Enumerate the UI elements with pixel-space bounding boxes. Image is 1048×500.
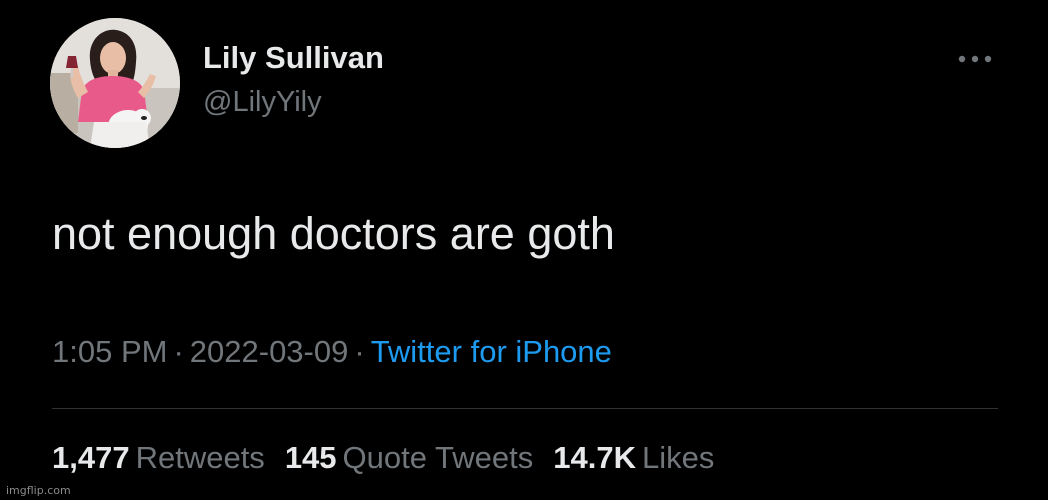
quote-tweets-count: 145 [284, 440, 337, 475]
tweet-date[interactable]: 2022-03-09 [190, 334, 349, 369]
meta-separator: · [354, 334, 365, 369]
watermark: imgflip.com [6, 484, 71, 497]
tweet-text: not enough doctors are goth [52, 208, 615, 259]
likes-count: 14.7K [553, 440, 636, 475]
quote-tweets-label: Quote Tweets [342, 440, 534, 475]
more-horizontal-icon [958, 55, 992, 63]
quote-tweets-stat[interactable]: 145 Quote Tweets [285, 440, 533, 476]
likes-stat[interactable]: 14.7K Likes [553, 440, 714, 476]
author-handle[interactable]: @LilyYily [203, 86, 322, 119]
retweets-label: Retweets [135, 440, 265, 475]
likes-label: Likes [642, 440, 715, 475]
divider [52, 408, 998, 409]
tweet-source-link[interactable]: Twitter for iPhone [371, 334, 612, 369]
profile-photo-icon [50, 18, 180, 148]
retweets-count: 1,477 [52, 440, 130, 475]
more-options-button[interactable] [952, 44, 998, 74]
tweet-stats: 1,477 Retweets 145 Quote Tweets 14.7K Likes [52, 440, 734, 476]
avatar[interactable] [50, 18, 180, 148]
author-display-name[interactable]: Lily Sullivan [203, 40, 384, 76]
tweet-meta: 1:05 PM · 2022-03-09 · Twitter for iPhone [52, 334, 612, 370]
meta-separator: · [173, 334, 184, 369]
tweet-time[interactable]: 1:05 PM [52, 334, 167, 369]
retweets-stat[interactable]: 1,477 Retweets [52, 440, 265, 476]
